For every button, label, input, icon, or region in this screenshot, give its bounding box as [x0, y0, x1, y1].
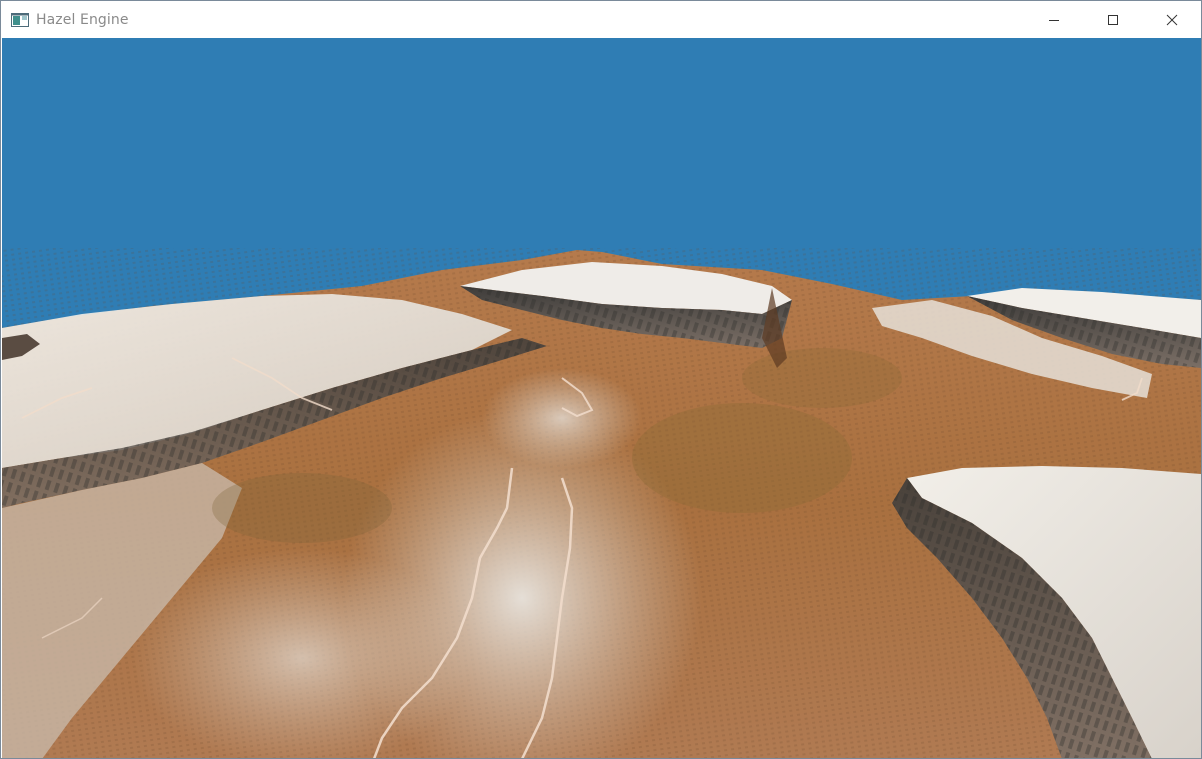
minimize-icon — [1048, 19, 1059, 21]
maximize-button[interactable] — [1083, 1, 1142, 38]
app-window: Hazel Engine — [0, 0, 1202, 759]
render-viewport[interactable] — [2, 38, 1201, 758]
window-title: Hazel Engine — [36, 11, 129, 28]
maximize-icon — [1107, 14, 1118, 25]
window-controls — [1024, 1, 1201, 38]
terrain-scene — [2, 38, 1201, 758]
close-icon — [1166, 14, 1177, 25]
minimize-button[interactable] — [1024, 1, 1083, 38]
close-button[interactable] — [1142, 1, 1201, 38]
app-window-icon — [11, 12, 29, 27]
title-bar[interactable]: Hazel Engine — [1, 1, 1201, 38]
